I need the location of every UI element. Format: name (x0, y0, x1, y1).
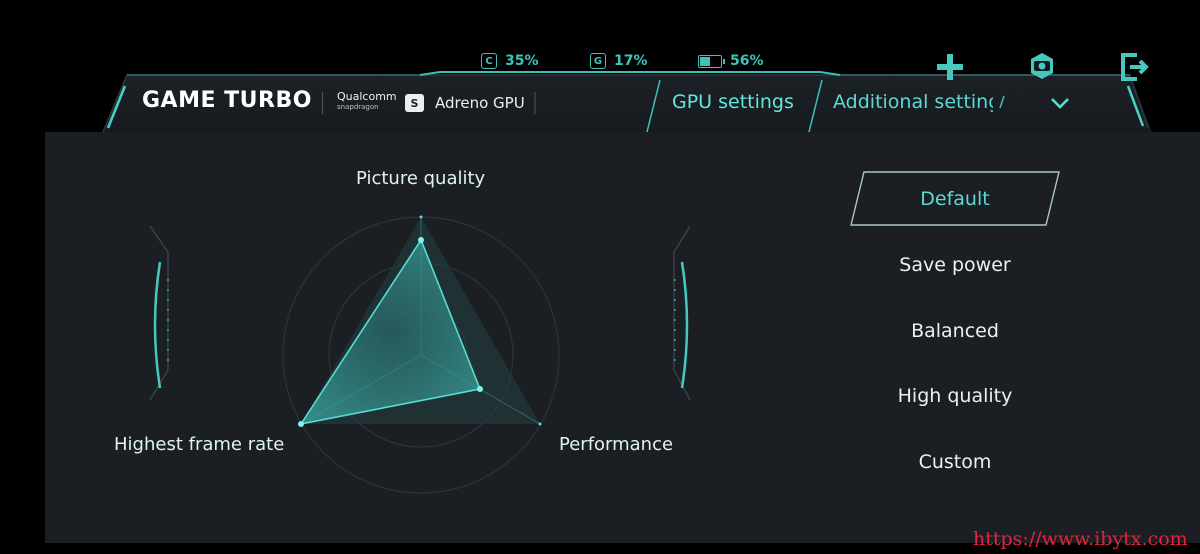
axis-label-picture-quality: Picture quality (356, 168, 486, 189)
axis-label-highest-frame-rate: Highest frame rate (114, 434, 285, 455)
tab-additional-settings[interactable]: Additional settings (833, 91, 993, 113)
cpu-icon: C (481, 53, 497, 69)
battery-value: 56% (730, 53, 764, 69)
header-divider (322, 92, 323, 114)
picture-quality-point (418, 237, 424, 243)
snapdragon-icon: S (405, 94, 424, 112)
battery-level: 56% (698, 50, 764, 72)
exit-icon[interactable] (1117, 50, 1151, 84)
camera-gear-icon[interactable] (1025, 50, 1059, 84)
gpu-icon: G (590, 53, 606, 69)
performance-point (477, 386, 483, 392)
gpu-value: 17% (614, 53, 648, 69)
cpu-value: 35% (505, 53, 539, 69)
axis-label-performance: Performance (559, 434, 674, 455)
gpu-name: Adreno GPU (435, 94, 525, 112)
mode-high-quality[interactable]: High quality (864, 385, 1046, 407)
battery-icon (698, 54, 725, 68)
tab-gpu-settings[interactable]: GPU settings (672, 91, 794, 113)
gpu-usage: G 17% (590, 50, 648, 72)
mode-custom[interactable]: Custom (864, 451, 1046, 473)
game-turbo-screen: C 35% G 17% 56% GAME TURBO Qualcomm snap… (0, 0, 1200, 554)
app-title: GAME TURBO (142, 88, 312, 113)
mode-balanced[interactable]: Balanced (864, 320, 1046, 342)
watermark-url: https://www.ibytx.com (973, 528, 1188, 550)
plus-icon[interactable] (933, 50, 967, 84)
mode-default[interactable]: Default (864, 188, 1046, 210)
mode-save-power[interactable]: Save power (864, 254, 1046, 276)
snapdragon-label: snapdragon (337, 103, 379, 111)
cpu-usage: C 35% (481, 50, 539, 72)
chevron-down-icon[interactable] (1049, 94, 1071, 112)
highest-frame-rate-point (298, 421, 304, 427)
qualcomm-logo: Qualcomm snapdragon (337, 91, 397, 112)
